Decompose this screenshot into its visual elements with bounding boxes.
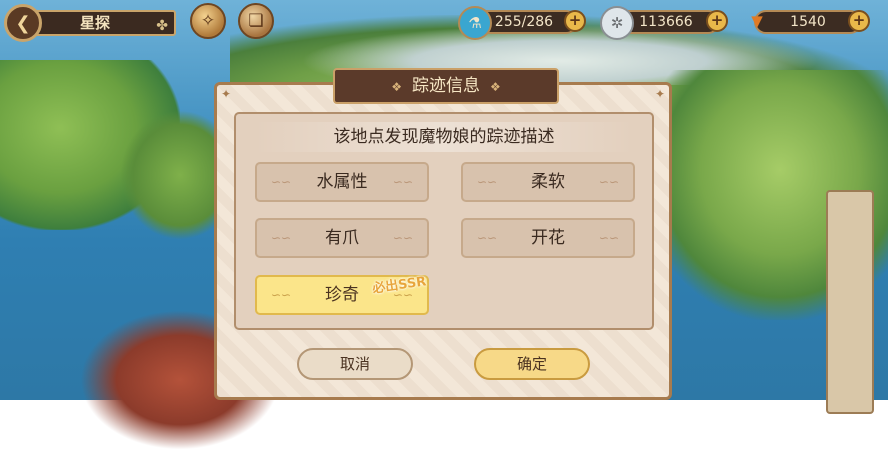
resource-coins: ✲ 113666 + [600, 6, 728, 40]
option-label: 水属性 [316, 172, 368, 192]
dialog-title: 踪迹信息 [412, 76, 480, 96]
dialog-title-plate: ❖ 踪迹信息 ❖ [333, 68, 559, 104]
add-coins-button[interactable]: + [706, 10, 728, 32]
clover-icon: ✤ [156, 18, 168, 34]
resource-carrot: ▼ 1540 + [751, 10, 870, 34]
ornament-left-icon: ❖ [391, 80, 402, 94]
resource-coins-value: 113666 [639, 14, 693, 30]
option-label: 有爪 [325, 228, 359, 248]
flask-icon: ⚗ [458, 6, 492, 40]
swirl-right-icon: ∽∽ [598, 231, 619, 245]
back-button[interactable]: ❮ [4, 4, 42, 42]
option-water-attribute[interactable]: ∽∽ 水属性 ∽∽ [255, 162, 429, 202]
cancel-button[interactable]: 取消 [297, 348, 413, 380]
swirl-left-icon: ∽∽ [477, 231, 498, 245]
option-label: 开花 [531, 228, 565, 248]
header-bar: 星探 ✤ ❮ [4, 4, 176, 42]
compass-icon: ✧ [200, 11, 216, 31]
corner-ornament-icon: ✦ [221, 87, 232, 101]
swirl-right-icon: ∽∽ [598, 175, 619, 189]
option-soft[interactable]: ∽∽ 柔软 ∽∽ [461, 162, 635, 202]
page-title-plate: 星探 ✤ [34, 10, 176, 36]
swirl-right-icon: ∽∽ [392, 175, 413, 189]
swirl-left-icon: ∽∽ [271, 231, 292, 245]
side-scroll-panel[interactable] [826, 190, 874, 414]
swirl-left-icon: ∽∽ [477, 175, 498, 189]
resource-stamina: ⚗ 255/286 + [458, 6, 586, 40]
heart-back-icon: ❮ [15, 12, 31, 34]
compass-button[interactable]: ✧ [190, 3, 226, 39]
trace-description: 该地点发现魔物娘的踪迹描述 [254, 122, 634, 152]
page-title: 星探 [80, 14, 111, 32]
option-label: 柔软 [531, 172, 565, 192]
book-button[interactable]: ❏ [238, 3, 274, 39]
swirl-left-icon: ∽∽ [271, 288, 292, 302]
option-label: 珍奇 [325, 285, 359, 305]
swirl-left-icon: ∽∽ [271, 175, 292, 189]
carrot-icon: ▼ [751, 12, 763, 30]
confirm-button[interactable]: 确定 [474, 348, 590, 380]
resource-carrot-value: 1540 [790, 14, 826, 30]
option-blooming[interactable]: ∽∽ 开花 ∽∽ [461, 218, 635, 258]
corner-ornament-icon: ✦ [654, 87, 665, 101]
book-icon: ❏ [248, 11, 264, 31]
resource-stamina-value: 255/286 [494, 14, 554, 30]
option-claws[interactable]: ∽∽ 有爪 ∽∽ [255, 218, 429, 258]
add-carrot-button[interactable]: + [848, 10, 870, 32]
add-stamina-button[interactable]: + [564, 10, 586, 32]
ornament-right-icon: ❖ [490, 80, 501, 94]
gear-coin-icon: ✲ [600, 6, 634, 40]
swirl-right-icon: ∽∽ [392, 231, 413, 245]
